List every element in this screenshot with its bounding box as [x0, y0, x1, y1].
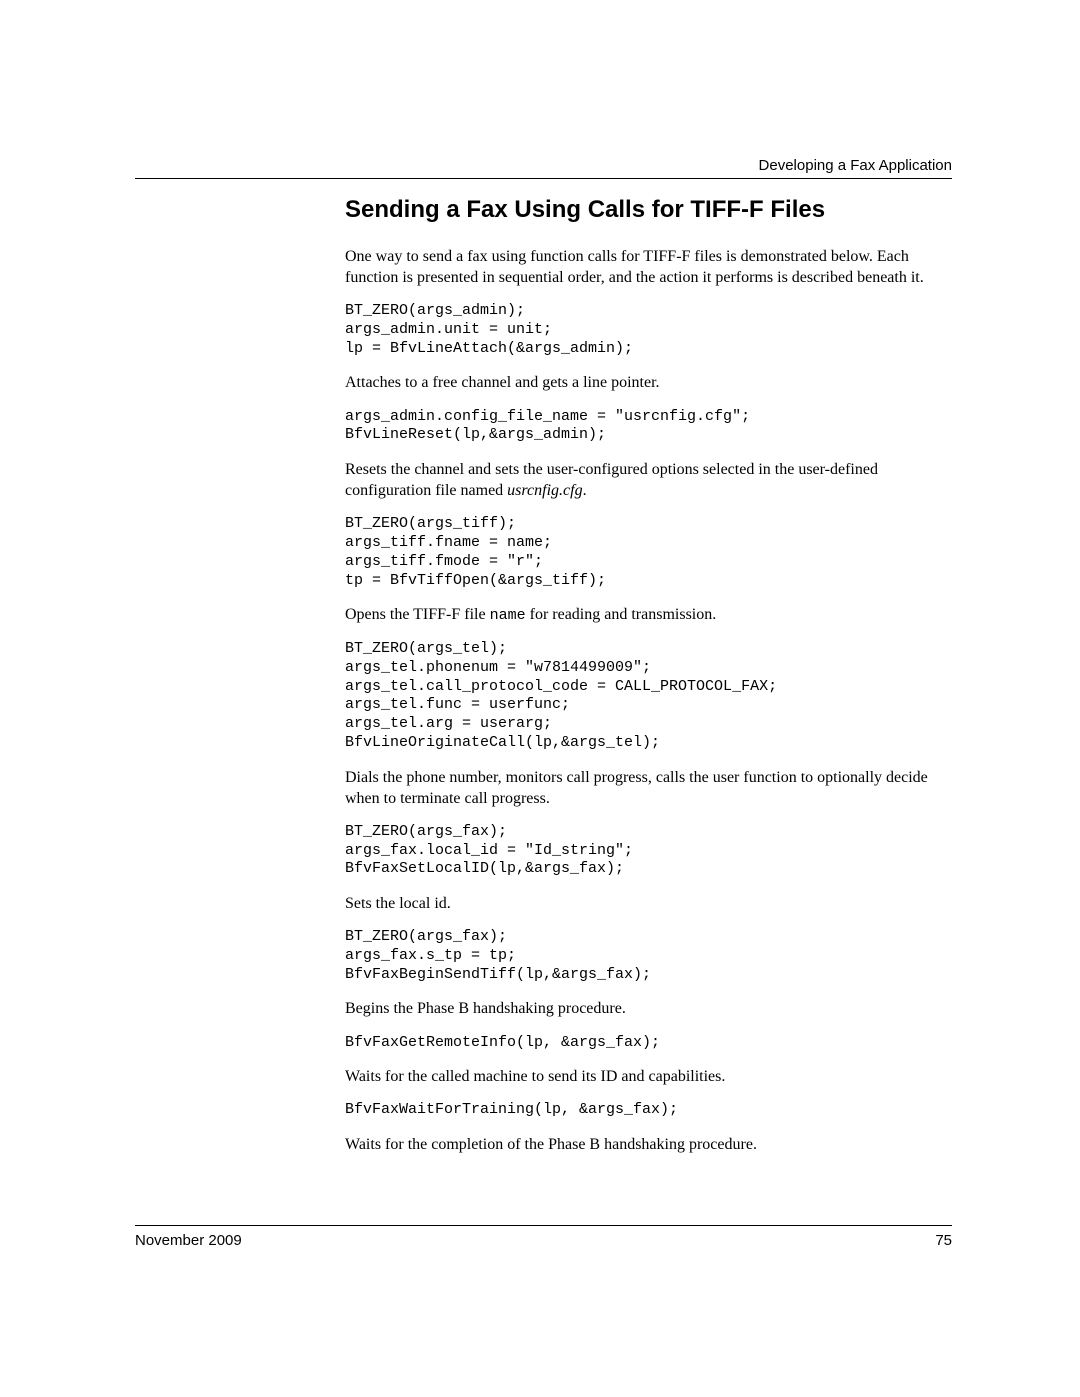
desc-5: Sets the local id. — [345, 893, 952, 914]
main-content: Sending a Fax Using Calls for TIFF-F Fil… — [345, 196, 952, 1169]
code-block-2: args_admin.config_file_name = "usrcnfig.… — [345, 408, 952, 446]
intro-paragraph: One way to send a fax using function cal… — [345, 246, 952, 288]
code-block-3: BT_ZERO(args_tiff); args_tiff.fname = na… — [345, 515, 952, 590]
code-block-4: BT_ZERO(args_tel); args_tel.phonenum = "… — [345, 640, 952, 753]
code-block-8: BfvFaxWaitForTraining(lp, &args_fax); — [345, 1101, 952, 1120]
desc-3-pre: Opens the TIFF-F file — [345, 606, 490, 623]
footer-date: November 2009 — [135, 1232, 242, 1249]
desc-3-post: for reading and transmission. — [526, 606, 717, 623]
header-rule — [135, 178, 952, 179]
desc-2-filename: usrcnfig.cfg — [507, 482, 582, 499]
code-block-5: BT_ZERO(args_fax); args_fax.local_id = "… — [345, 823, 952, 879]
desc-2: Resets the channel and sets the user-con… — [345, 459, 952, 501]
desc-8: Waits for the completion of the Phase B … — [345, 1134, 952, 1155]
page-number: 75 — [935, 1232, 952, 1249]
desc-4: Dials the phone number, monitors call pr… — [345, 767, 952, 809]
running-header: Developing a Fax Application — [135, 157, 952, 179]
desc-7: Waits for the called machine to send its… — [345, 1066, 952, 1087]
page: Developing a Fax Application Sending a F… — [0, 0, 1080, 1397]
code-block-6: BT_ZERO(args_fax); args_fax.s_tp = tp; B… — [345, 928, 952, 984]
footer-row: November 2009 75 — [135, 1232, 952, 1249]
desc-6: Begins the Phase B handshaking procedure… — [345, 998, 952, 1019]
desc-3: Opens the TIFF-F file name for reading a… — [345, 604, 952, 626]
desc-2-pre: Resets the channel and sets the user-con… — [345, 461, 878, 499]
desc-2-post: . — [583, 482, 587, 499]
section-heading: Sending a Fax Using Calls for TIFF-F Fil… — [345, 196, 952, 224]
desc-1: Attaches to a free channel and gets a li… — [345, 372, 952, 393]
footer-rule — [135, 1225, 952, 1226]
running-footer: November 2009 75 — [135, 1225, 952, 1249]
code-block-7: BfvFaxGetRemoteInfo(lp, &args_fax); — [345, 1034, 952, 1053]
desc-3-mono: name — [490, 607, 526, 624]
chapter-title: Developing a Fax Application — [135, 157, 952, 174]
code-block-1: BT_ZERO(args_admin); args_admin.unit = u… — [345, 302, 952, 358]
